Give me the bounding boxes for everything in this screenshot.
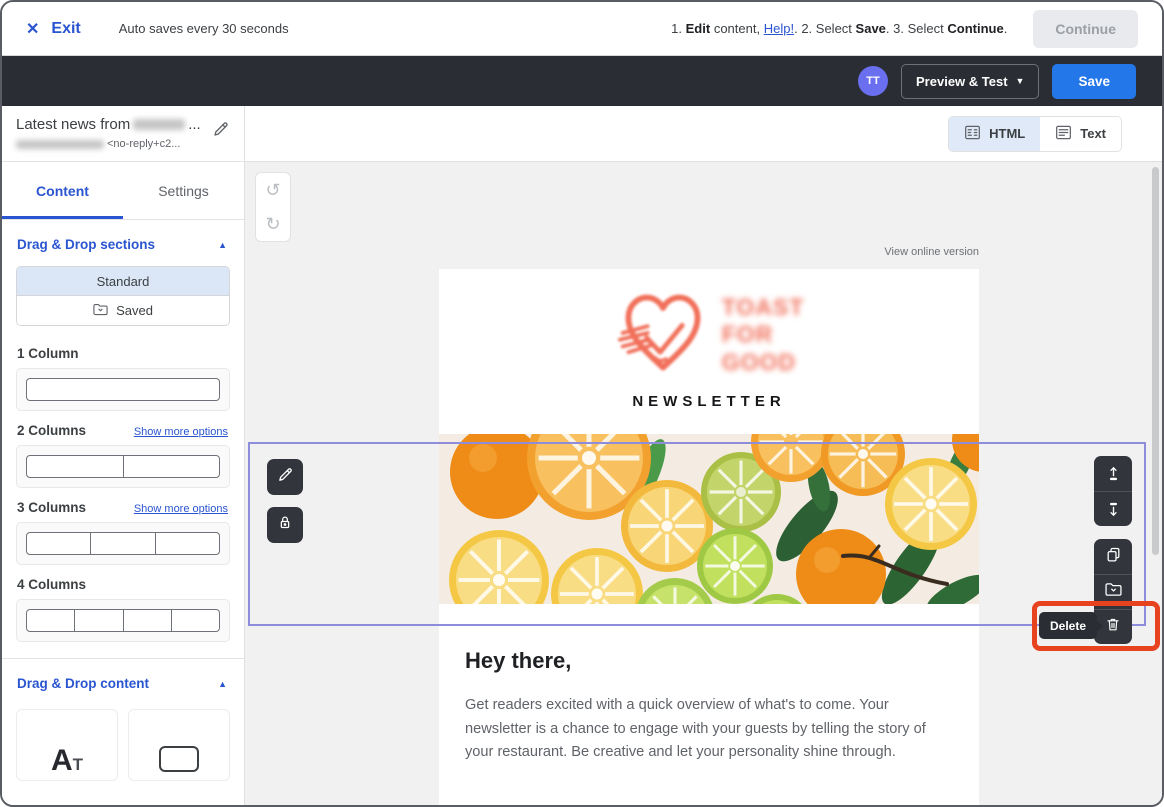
save-section-button[interactable] bbox=[1094, 574, 1132, 609]
tab-settings[interactable]: Settings bbox=[123, 162, 244, 219]
redacted-sender-text bbox=[16, 140, 104, 149]
add-section-above-button[interactable] bbox=[1094, 456, 1132, 491]
email-body: TOAST FOR GOOD NEWSLETTER bbox=[439, 269, 979, 805]
text-content-tile[interactable]: AT bbox=[16, 709, 118, 781]
undo-button[interactable]: ↺ bbox=[256, 173, 290, 207]
show-more-options-link[interactable]: Show more options bbox=[134, 426, 228, 438]
email-paragraph[interactable]: Get readers excited with a quick overvie… bbox=[465, 694, 953, 765]
exit-button[interactable]: ✕ Exit bbox=[26, 19, 81, 39]
tab-content[interactable]: Content bbox=[2, 162, 123, 219]
undo-redo-box: ↺ ↻ bbox=[255, 172, 291, 242]
collapse-arrow-icon: ▲ bbox=[218, 240, 227, 250]
html-view-button[interactable]: HTML bbox=[949, 117, 1040, 151]
top-bar: ✕ Exit Auto saves every 30 seconds 1. Ed… bbox=[2, 2, 1162, 56]
chevron-down-icon: ▼ bbox=[1016, 76, 1025, 86]
column-layout-option[interactable] bbox=[16, 522, 230, 565]
button-block-icon bbox=[159, 746, 199, 772]
preview-and-test-button[interactable]: Preview & Test ▼ bbox=[901, 64, 1039, 99]
drag-drop-content-header[interactable]: Drag & Drop content ▲ bbox=[2, 659, 244, 701]
column-cell bbox=[156, 533, 219, 554]
column-cell bbox=[27, 610, 75, 631]
lock-section-button[interactable] bbox=[267, 507, 303, 543]
text-view-button[interactable]: Text bbox=[1040, 117, 1121, 151]
column-label: 4 Columns bbox=[17, 577, 86, 592]
add-section-toolbar bbox=[1094, 456, 1132, 526]
step-instructions: 1. Edit content, Help!. 2. Select Save. … bbox=[671, 21, 1007, 36]
delete-tooltip: Delete bbox=[1039, 612, 1097, 639]
column-cell bbox=[27, 379, 219, 400]
column-cell bbox=[75, 610, 123, 631]
lock-icon bbox=[277, 514, 293, 536]
brand-logo: TOAST FOR GOOD bbox=[439, 269, 979, 385]
close-icon: ✕ bbox=[26, 19, 39, 39]
trash-icon bbox=[1105, 616, 1121, 638]
sections-type-switch: Standard Saved bbox=[16, 266, 230, 326]
html-view-icon bbox=[964, 125, 981, 143]
newsletter-title: NEWSLETTER bbox=[439, 393, 979, 410]
sidebar: Latest news from ... <no-reply+c2... Con… bbox=[2, 106, 245, 805]
html-text-toggle: HTML Text bbox=[948, 116, 1122, 152]
exit-label: Exit bbox=[51, 20, 80, 38]
campaign-header: Latest news from ... <no-reply+c2... bbox=[2, 106, 244, 162]
column-cell bbox=[27, 533, 91, 554]
avatar[interactable]: TT bbox=[858, 66, 888, 96]
canvas-area: ↺ ↻ View online version bbox=[245, 162, 1162, 805]
help-link[interactable]: Help! bbox=[764, 21, 794, 36]
email-heading[interactable]: Hey there, bbox=[465, 648, 953, 674]
email-preview: View online version bbox=[439, 162, 979, 805]
column-cell bbox=[172, 610, 219, 631]
column-label: 2 Columns bbox=[17, 423, 86, 438]
duplicate-section-button[interactable] bbox=[1094, 539, 1132, 574]
redacted-title-text bbox=[133, 119, 185, 130]
campaign-title: Latest news from ... bbox=[16, 116, 230, 133]
view-mode-bar: HTML Text bbox=[245, 106, 1162, 162]
folder-icon bbox=[1105, 582, 1122, 602]
editor-nav-bar: TT Preview & Test ▼ Save bbox=[2, 56, 1162, 106]
redo-button[interactable]: ↻ bbox=[256, 207, 290, 241]
show-more-options-link[interactable]: Show more options bbox=[134, 503, 228, 515]
button-content-tile[interactable] bbox=[128, 709, 230, 781]
citrus-hero-image[interactable] bbox=[439, 434, 979, 604]
drag-drop-sections-header[interactable]: Drag & Drop sections ▲ bbox=[2, 220, 244, 262]
autosave-status: Auto saves every 30 seconds bbox=[119, 21, 289, 36]
column-cell bbox=[124, 456, 220, 477]
text-block-icon: AT bbox=[51, 746, 83, 776]
heart-hands-logo-icon bbox=[614, 285, 712, 386]
text-view-icon bbox=[1055, 125, 1072, 143]
edit-section-button[interactable] bbox=[267, 459, 303, 495]
folder-icon bbox=[93, 303, 108, 319]
sender-address: <no-reply+c2... bbox=[16, 138, 230, 150]
column-label: 3 Columns bbox=[17, 500, 86, 515]
active-tab-indicator bbox=[2, 216, 123, 219]
view-online-link[interactable]: View online version bbox=[439, 246, 979, 258]
pencil-icon bbox=[277, 466, 294, 488]
add-section-below-button[interactable] bbox=[1094, 491, 1132, 526]
logo-wordmark: TOAST FOR GOOD bbox=[722, 294, 805, 377]
column-layout-option[interactable] bbox=[16, 368, 230, 411]
column-cell bbox=[27, 456, 124, 477]
column-layout-option[interactable] bbox=[16, 445, 230, 488]
column-cell bbox=[124, 610, 172, 631]
column-label: 1 Column bbox=[17, 346, 79, 361]
edit-title-pencil-icon[interactable] bbox=[212, 120, 230, 143]
vertical-scrollbar[interactable] bbox=[1152, 167, 1159, 555]
column-layout-option[interactable] bbox=[16, 599, 230, 642]
saved-sections-button[interactable]: Saved bbox=[17, 296, 229, 325]
email-editor-window: ✕ Exit Auto saves every 30 seconds 1. Ed… bbox=[0, 0, 1164, 807]
standard-sections-button[interactable]: Standard bbox=[17, 267, 229, 296]
editor-canvas: HTML Text ↺ ↻ View on bbox=[245, 106, 1162, 805]
content-tiles: AT bbox=[16, 709, 230, 781]
save-button[interactable]: Save bbox=[1052, 64, 1136, 99]
column-sections: 1 Column 2 Columns Show more options 3 Colu… bbox=[2, 334, 244, 642]
continue-button[interactable]: Continue bbox=[1033, 10, 1138, 48]
collapse-arrow-icon: ▲ bbox=[218, 679, 227, 689]
sidebar-tabs: Content Settings bbox=[2, 162, 244, 220]
column-cell bbox=[91, 533, 155, 554]
duplicate-icon bbox=[1105, 546, 1122, 568]
